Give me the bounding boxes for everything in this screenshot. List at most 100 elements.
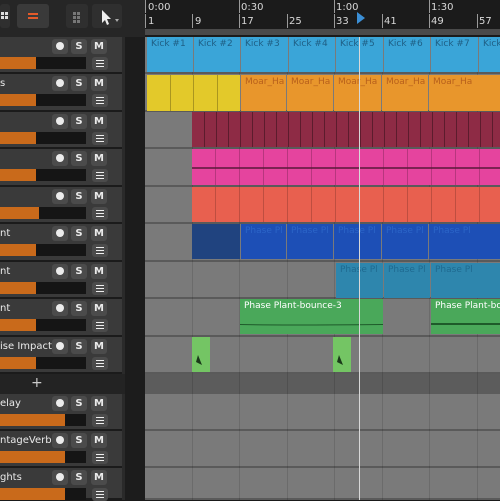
record-arm-button[interactable] — [52, 301, 68, 316]
track-layout-button[interactable] — [17, 4, 49, 28]
kick-clip[interactable]: Kick #3 — [241, 37, 288, 72]
track-header[interactable]: elay S M — [0, 394, 122, 431]
impact-clip[interactable] — [333, 337, 351, 372]
record-arm-button[interactable] — [52, 114, 68, 129]
volume-meter[interactable] — [0, 488, 86, 500]
clip[interactable] — [192, 187, 500, 222]
phase-clip[interactable]: Phase Pl — [382, 224, 428, 259]
bounce-clip[interactable]: Phase Plant-bounce-3 — [240, 299, 383, 334]
kick-clip[interactable]: Kick # — [479, 37, 500, 72]
record-arm-button[interactable] — [52, 470, 68, 485]
volume-meter[interactable] — [0, 169, 86, 181]
mute-button[interactable]: M — [91, 76, 107, 91]
moar-clip[interactable]: Moar_Ha — [241, 75, 286, 111]
record-arm-button[interactable] — [52, 433, 68, 448]
record-arm-button[interactable] — [52, 226, 68, 241]
volume-meter[interactable] — [0, 207, 86, 219]
add-track-button[interactable]: + — [31, 375, 43, 391]
volume-meter[interactable] — [0, 94, 86, 106]
track-menu-icon[interactable] — [92, 94, 108, 107]
solo-button[interactable]: S — [71, 264, 87, 279]
volume-meter[interactable] — [0, 319, 86, 331]
playhead-marker-icon[interactable] — [355, 12, 367, 24]
record-arm-button[interactable] — [52, 339, 68, 354]
volume-meter[interactable] — [0, 451, 86, 463]
moar-clip[interactable]: Moar_Ha — [429, 75, 500, 111]
track-header[interactable]: nt S M — [0, 224, 122, 262]
add-track-row[interactable]: + — [0, 374, 125, 394]
mute-button[interactable]: M — [91, 264, 107, 279]
track-menu-icon[interactable] — [92, 169, 108, 182]
phase-clip[interactable]: Phase Pl — [334, 224, 381, 259]
phase-clip[interactable]: Phase Pl — [241, 224, 286, 259]
record-arm-button[interactable] — [52, 189, 68, 204]
volume-meter[interactable] — [0, 57, 86, 69]
mute-button[interactable]: M — [91, 114, 107, 129]
solo-button[interactable]: S — [71, 76, 87, 91]
mute-button[interactable]: M — [91, 301, 107, 316]
track-menu-icon[interactable] — [92, 414, 108, 427]
volume-meter[interactable] — [0, 282, 86, 294]
track-lane[interactable] — [145, 431, 500, 468]
bounce-clip[interactable]: Phase Plant-bou — [431, 299, 500, 334]
mute-button[interactable]: M — [91, 339, 107, 354]
volume-meter[interactable] — [0, 132, 86, 144]
track-header[interactable]: nt S M — [0, 299, 122, 337]
track-header[interactable]: SM — [0, 187, 122, 224]
clip[interactable] — [192, 149, 500, 185]
clip[interactable] — [147, 75, 240, 111]
track-lane[interactable] — [145, 468, 500, 500]
mute-button[interactable]: M — [91, 433, 107, 448]
loop-bar[interactable] — [145, 29, 500, 35]
mute-button[interactable]: M — [91, 226, 107, 241]
track-header[interactable]: SM — [0, 37, 122, 74]
mute-button[interactable]: M — [91, 470, 107, 485]
solo-button[interactable]: S — [71, 396, 87, 411]
solo-button[interactable]: S — [71, 339, 87, 354]
kick-clip[interactable]: Kick #2 — [194, 37, 240, 72]
record-arm-button[interactable] — [52, 264, 68, 279]
record-arm-button[interactable] — [52, 39, 68, 54]
volume-meter[interactable] — [0, 414, 86, 426]
phase-clip[interactable]: Phase Pl — [384, 263, 430, 298]
record-arm-button[interactable] — [52, 76, 68, 91]
track-menu-icon[interactable] — [92, 57, 108, 70]
track-menu-icon[interactable] — [92, 451, 108, 464]
kick-clip[interactable]: Kick #4 — [289, 37, 335, 72]
solo-button[interactable]: S — [71, 470, 87, 485]
record-arm-button[interactable] — [52, 151, 68, 166]
volume-meter[interactable] — [0, 244, 86, 256]
track-menu-icon[interactable] — [92, 244, 108, 257]
track-header[interactable]: ghts S M — [0, 468, 122, 501]
solo-button[interactable]: S — [71, 114, 87, 129]
grid-view-icon[interactable] — [0, 4, 10, 28]
kick-clip[interactable]: Kick #6 — [384, 37, 430, 72]
moar-clip[interactable]: Moar_Ha — [287, 75, 333, 111]
clip[interactable] — [192, 112, 500, 147]
pointer-tool-icon[interactable] — [92, 4, 122, 28]
solo-button[interactable]: S — [71, 226, 87, 241]
moar-clip[interactable]: Moar_Ha — [382, 75, 428, 111]
kick-clip[interactable]: Kick #1 — [147, 37, 193, 72]
track-header[interactable]: nt S M — [0, 262, 122, 299]
track-header[interactable]: ntageVerb S M — [0, 431, 122, 468]
mute-button[interactable]: M — [91, 39, 107, 54]
volume-meter[interactable] — [0, 357, 86, 369]
track-lane[interactable] — [145, 394, 500, 431]
solo-button[interactable]: S — [71, 189, 87, 204]
moar-clip[interactable]: Moar_Ha — [334, 75, 381, 111]
solo-button[interactable]: S — [71, 151, 87, 166]
clip[interactable] — [192, 224, 240, 259]
mute-button[interactable]: M — [91, 396, 107, 411]
mute-button[interactable]: M — [91, 189, 107, 204]
phase-clip[interactable]: Phase Pl — [429, 224, 500, 259]
arranger[interactable]: Kick #1 Kick #2 Kick #3 Kick #4 Kick #5 Kick … — [145, 37, 500, 500]
track-menu-icon[interactable] — [92, 207, 108, 220]
track-menu-icon[interactable] — [92, 488, 108, 501]
phase-clip[interactable]: Phase Pl — [431, 263, 500, 298]
track-menu-icon[interactable] — [92, 357, 108, 370]
inspector-icon[interactable] — [66, 4, 88, 28]
track-menu-icon[interactable] — [92, 132, 108, 145]
track-header[interactable]: s SM — [0, 74, 122, 112]
mute-button[interactable]: M — [91, 151, 107, 166]
